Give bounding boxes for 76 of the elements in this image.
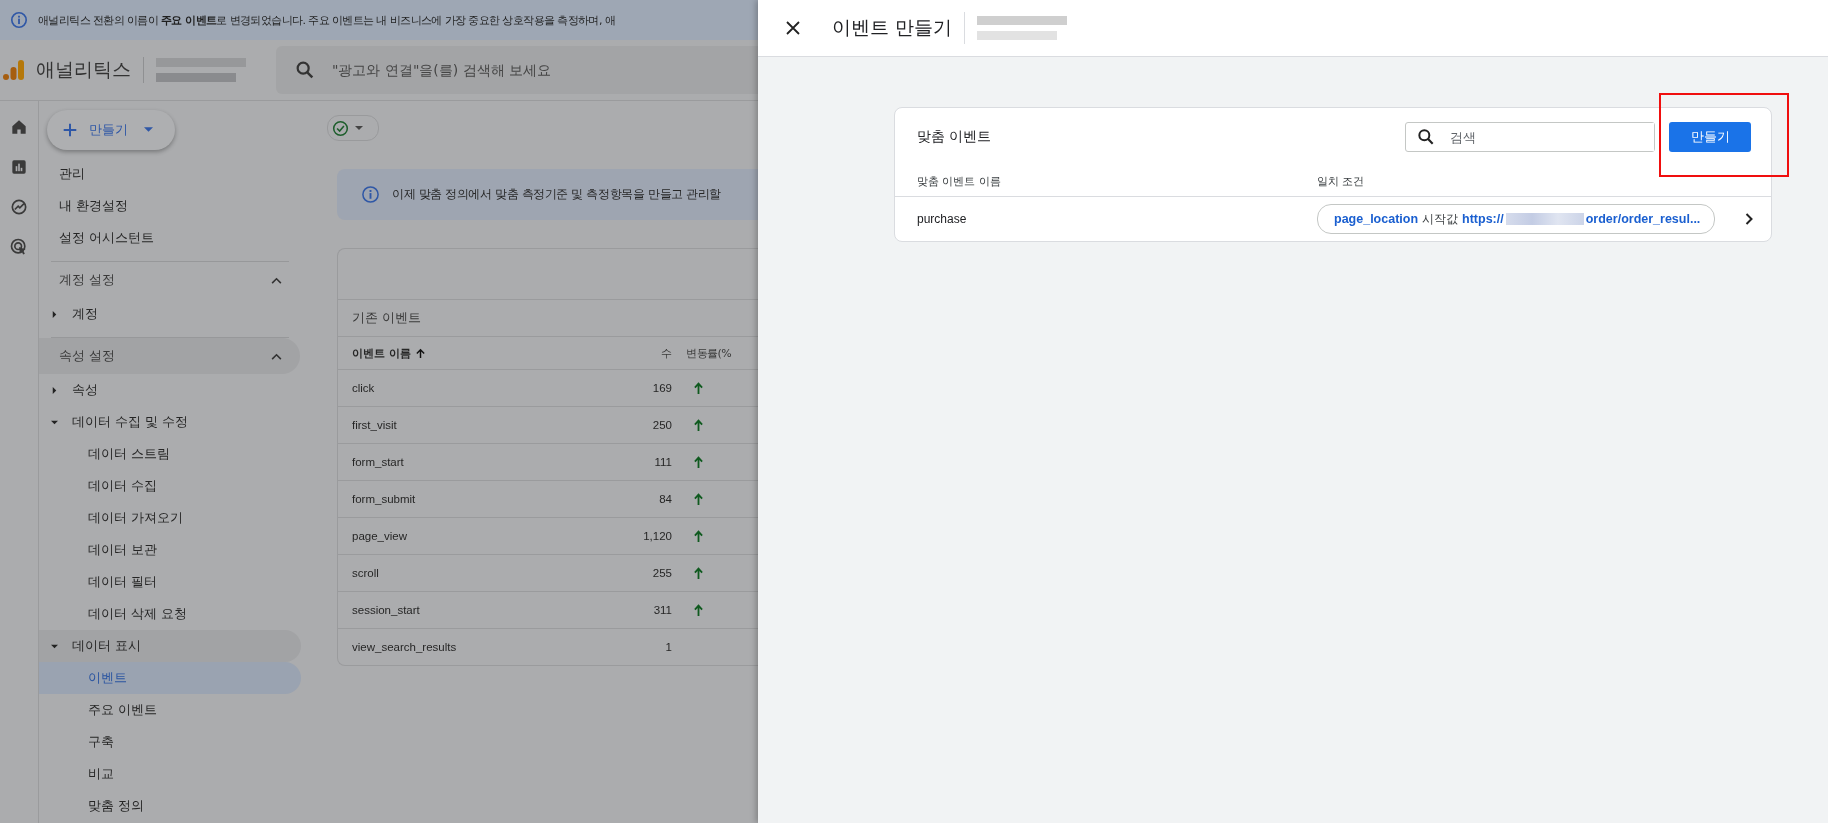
card-title: 맞춤 이벤트 [917, 128, 993, 146]
table-cell-text: 1 [664, 641, 672, 653]
condition-operator: 시작값 [1422, 210, 1459, 228]
nav-item[interactable]: 데이터 삭제 요청 [39, 598, 301, 630]
condition-chip[interactable]: page_location 시작값 https:// order/order_resul... [1317, 204, 1716, 234]
table-cell-text: 111 [653, 456, 672, 468]
target-cursor-icon[interactable] [9, 237, 29, 257]
caret-icon [144, 127, 153, 133]
notice-text: 애널리틱스 전환의 이름이 주요 이벤트로 변경되었습니다. 주요 이벤트는 내 비즈니스에 가장 중요한 상호작용을 측정하며, 애 [38, 12, 616, 28]
product-name: 애널리틱스 [36, 57, 131, 82]
nav-item[interactable]: 데이터 보관 [39, 534, 301, 566]
table-cell-text: 169 [651, 382, 672, 394]
nav-group[interactable]: 계정 [39, 298, 301, 330]
table-cell-text: first_visit [351, 419, 398, 431]
section-title: 속성 설정 [59, 347, 115, 365]
check-circle-icon [332, 119, 349, 137]
table-cell-text: 1,120 [642, 530, 672, 542]
column-header[interactable]: 이벤트 이름 [338, 345, 592, 361]
nav-item[interactable]: 주요 이벤트 [39, 694, 301, 726]
condition-value: https:// [1462, 212, 1504, 226]
close-icon[interactable] [786, 21, 800, 35]
panel-title: 이벤트 만들기 [832, 15, 953, 40]
table-cell-text: click [351, 382, 376, 394]
plus-icon [61, 121, 79, 139]
table-cell-text: view_search_results [351, 641, 458, 653]
info-icon [10, 11, 28, 29]
condition-value: order/order_resul... [1585, 212, 1701, 226]
search-icon [1416, 127, 1436, 147]
nav-group[interactable]: 데이터 표시 [39, 630, 301, 662]
nav-item[interactable]: 구축 [39, 726, 301, 758]
nav-item[interactable]: 설정 어시스턴트 [39, 222, 301, 254]
table-cell-text: 84 [658, 493, 672, 505]
nav-item[interactable]: 내 환경설정 [39, 190, 301, 222]
info-icon [361, 185, 380, 204]
nav-item[interactable]: 비교 [39, 758, 301, 790]
table-cell-text: 255 [651, 567, 672, 579]
nav-item[interactable]: 관리 [39, 158, 301, 190]
bar-chart-icon[interactable] [9, 157, 29, 177]
table-cell-text: purchase [916, 212, 968, 226]
create-button[interactable]: 만들기 [1669, 122, 1751, 152]
nav-item[interactable]: 데이터 가져오기 [39, 502, 301, 534]
nav-item[interactable]: 데이터 필터 [39, 566, 301, 598]
nav-group-label: 데이터 표시 [72, 637, 142, 655]
nav-group-label: 데이터 수집 및 수정 [72, 413, 189, 431]
nav-group[interactable]: 속성 [39, 374, 301, 406]
sort-arrow-icon [414, 347, 426, 359]
analytics-logo-icon [2, 58, 26, 82]
column-header[interactable]: 수 [592, 345, 672, 361]
table-cell-text: form_submit [351, 493, 417, 505]
nav-group-label: 속성 [72, 381, 98, 399]
table-cell-text: 250 [651, 419, 672, 431]
chevron-right-icon[interactable] [1745, 213, 1753, 225]
trend-chart-icon[interactable] [9, 197, 29, 217]
caret-icon [355, 125, 363, 131]
section-title: 계정 설정 [59, 271, 115, 289]
section-header[interactable]: 계정 설정 [39, 262, 300, 298]
table-cell-text: form_start [351, 456, 405, 468]
status-filter[interactable] [327, 115, 379, 141]
column-header: 일치 조건 [1317, 173, 1366, 189]
condition-parameter: page_location [1334, 212, 1419, 226]
search-icon [294, 59, 316, 81]
nav-item[interactable]: 맞춤 정의 [39, 790, 301, 822]
search-box[interactable]: 검색 [1405, 122, 1655, 152]
table-cell-text: 311 [652, 604, 672, 616]
nav-group[interactable]: 데이터 수집 및 수정 [39, 406, 301, 438]
section-header[interactable]: 속성 설정 [39, 338, 300, 374]
table-cell-text: scroll [351, 567, 380, 579]
table-cell-text: session_start [351, 604, 421, 616]
column-header: 맞춤 이벤트 이름 [916, 173, 1002, 189]
column-header[interactable]: 변동률(% [686, 345, 736, 361]
nav-item[interactable]: 데이터 스트림 [39, 438, 301, 470]
table-cell-text: page_view [351, 530, 408, 542]
nav-group-label: 계정 [72, 305, 98, 323]
info-text: 이제 맞춤 정의에서 맞춤 측정기준 및 측정항목을 만들고 관리할 [392, 186, 721, 203]
search-input[interactable]: 검색 [1450, 123, 1654, 151]
nav-item[interactable]: 데이터 수집 [39, 470, 301, 502]
